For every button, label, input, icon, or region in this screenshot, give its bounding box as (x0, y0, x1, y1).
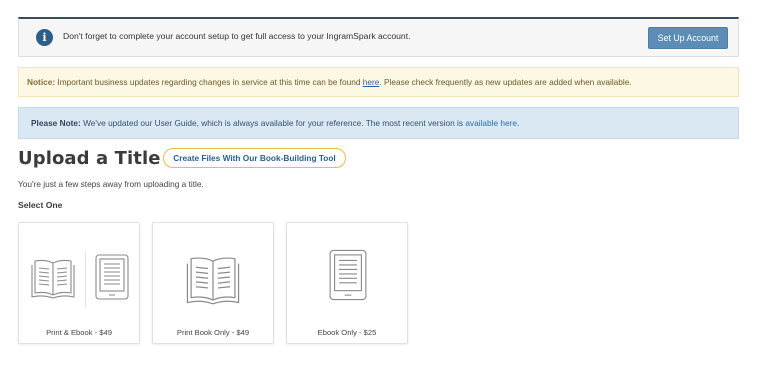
notice-banner: Notice: Important business updates regar… (18, 67, 739, 97)
notice-text: Important business updates regarding cha… (55, 77, 363, 87)
option-ebook-only[interactable]: Ebook Only - $25 (286, 222, 408, 344)
page-title: Upload a Title (18, 148, 161, 169)
account-setup-banner: i Don't forget to complete your account … (18, 17, 739, 57)
option-label: Print & Ebook - $49 (46, 328, 112, 337)
ereader-icon (329, 249, 367, 301)
option-label: Ebook Only - $25 (317, 328, 377, 337)
set-up-account-button[interactable]: Set Up Account (648, 27, 728, 49)
card-divider (85, 251, 86, 307)
notice-label: Notice: (27, 77, 56, 87)
open-book-icon (186, 257, 240, 305)
info-icon: i (36, 29, 53, 46)
open-book-icon (31, 259, 75, 299)
notice-here-link[interactable]: here (363, 77, 380, 87)
option-print-and-ebook[interactable]: Print & Ebook - $49 (18, 222, 140, 344)
note-label: Please Note: (31, 118, 81, 128)
option-label: Print Book Only - $49 (176, 328, 250, 337)
select-one-label: Select One (18, 200, 63, 210)
page-subtitle: You're just a few steps away from upload… (18, 179, 204, 189)
ereader-icon (95, 254, 129, 300)
option-print-book-only[interactable]: Print Book Only - $49 (152, 222, 274, 344)
notice-text-end: . Please check frequently as new updates… (379, 77, 632, 87)
note-text-end: . (516, 118, 520, 128)
note-text: We've updated our User Guide, which is a… (80, 118, 466, 128)
user-guide-note: Please Note: We've updated our User Guid… (18, 107, 739, 139)
book-building-tool-button[interactable]: Create Files With Our Book-Building Tool (163, 148, 346, 168)
account-setup-message: Don't forget to complete your account se… (63, 31, 411, 41)
user-guide-link[interactable]: available here (465, 118, 517, 128)
